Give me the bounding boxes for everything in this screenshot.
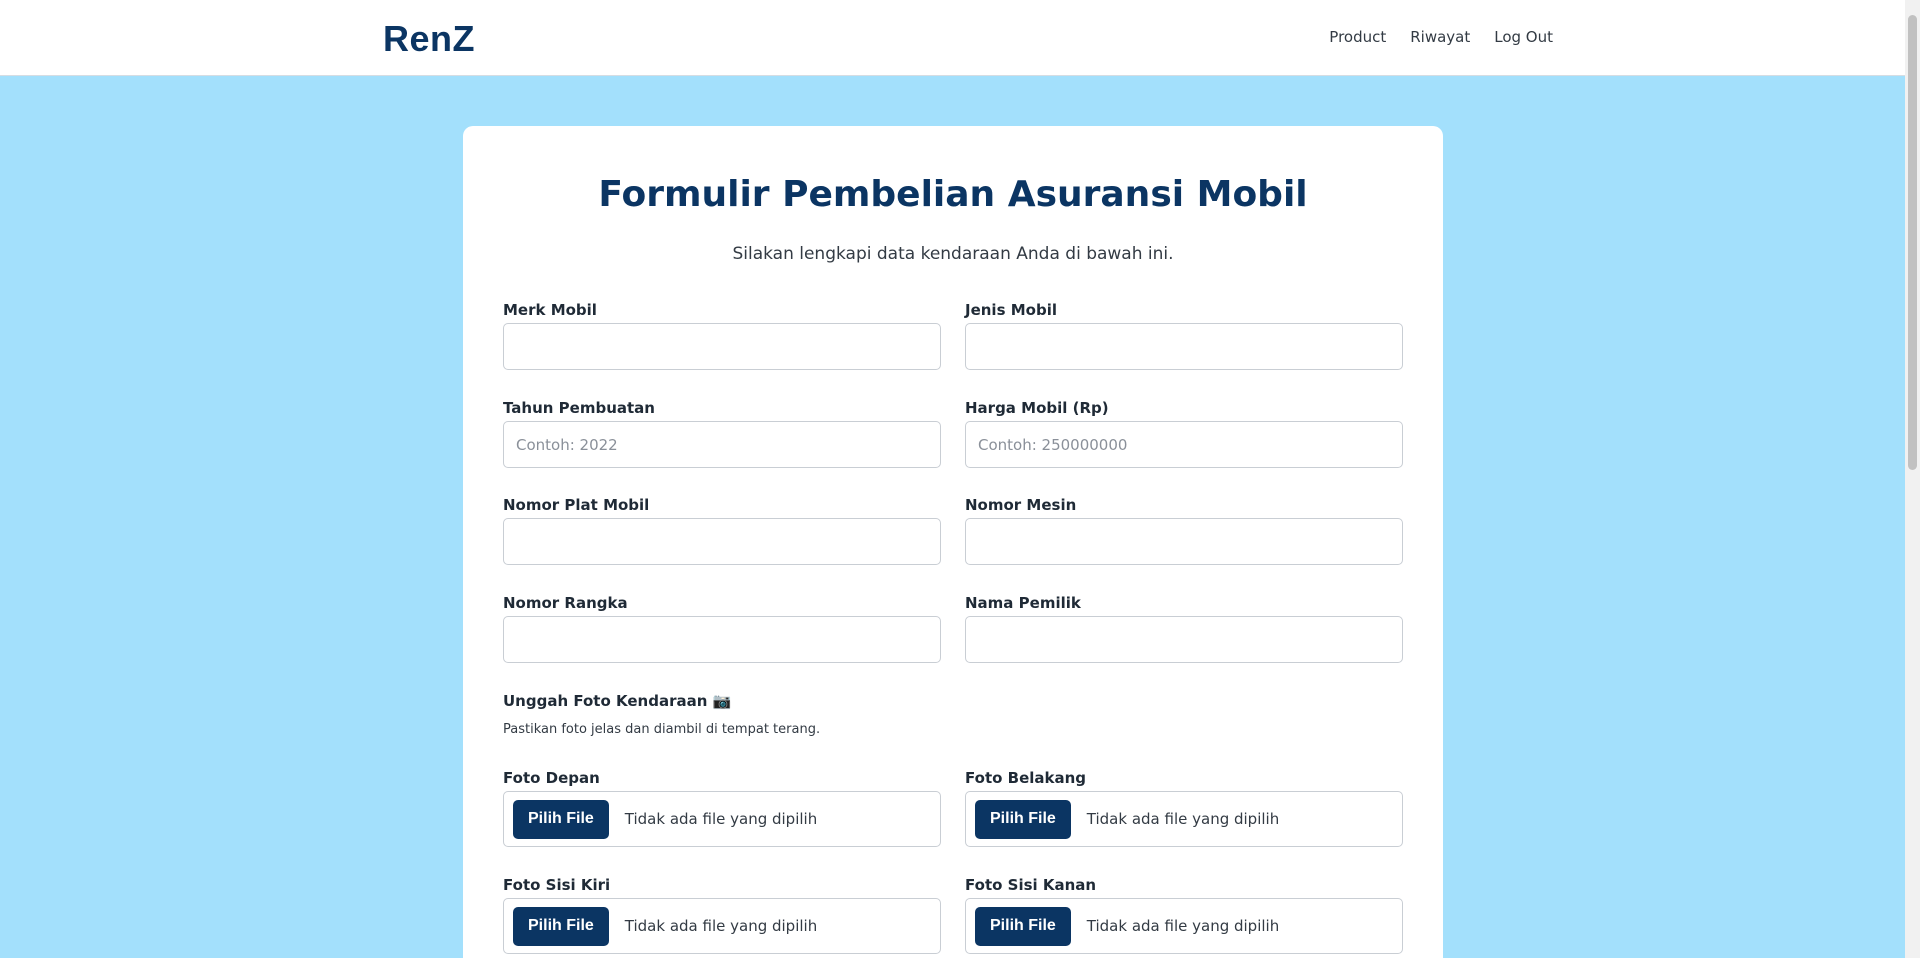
upload-section-note: Pastikan foto jelas dan diambil di tempa… xyxy=(503,722,821,737)
field-nomor-plat: Nomor Plat Mobil xyxy=(503,496,941,565)
nama-pemilik-input[interactable] xyxy=(965,616,1403,663)
field-nomor-mesin: Nomor Mesin xyxy=(965,496,1403,565)
foto-belakang-choose-button[interactable]: Pilih File xyxy=(975,799,1071,839)
harga-mobil-label: Harga Mobil (Rp) xyxy=(965,399,1109,417)
jenis-mobil-input[interactable] xyxy=(965,323,1403,370)
upload-foto-sisi-kiri: Foto Sisi Kiri Pilih File Tidak ada file… xyxy=(503,876,941,954)
upload-foto-belakang: Foto Belakang Pilih File Tidak ada file … xyxy=(965,769,1403,847)
nomor-plat-input[interactable] xyxy=(503,518,941,565)
foto-depan-choose-button[interactable]: Pilih File xyxy=(513,799,609,839)
upload-foto-depan: Foto Depan Pilih File Tidak ada file yan… xyxy=(503,769,941,847)
harga-mobil-input[interactable] xyxy=(965,421,1403,468)
upload-section-title: Unggah Foto Kendaraan 📷 xyxy=(503,692,732,710)
brand-logo[interactable]: RenZ xyxy=(383,18,475,60)
nomor-rangka-label: Nomor Rangka xyxy=(503,594,628,612)
foto-depan-file-input[interactable]: Pilih File Tidak ada file yang dipilih xyxy=(503,791,941,847)
foto-belakang-file-status: Tidak ada file yang dipilih xyxy=(1086,810,1280,828)
nama-pemilik-label: Nama Pemilik xyxy=(965,594,1081,612)
nav-link-product[interactable]: Product xyxy=(1329,28,1386,46)
jenis-mobil-label: Jenis Mobil xyxy=(965,301,1057,319)
foto-sisi-kiri-label: Foto Sisi Kiri xyxy=(503,876,611,894)
nav-links: Product Riwayat Log Out xyxy=(1329,28,1553,46)
foto-depan-file-status: Tidak ada file yang dipilih xyxy=(624,810,818,828)
tahun-pembuatan-label: Tahun Pembuatan xyxy=(503,399,655,417)
upload-foto-sisi-kanan: Foto Sisi Kanan Pilih File Tidak ada fil… xyxy=(965,876,1403,954)
foto-sisi-kanan-file-status: Tidak ada file yang dipilih xyxy=(1086,917,1280,935)
field-nomor-rangka: Nomor Rangka xyxy=(503,594,941,663)
merk-mobil-input[interactable] xyxy=(503,323,941,370)
foto-sisi-kiri-file-status: Tidak ada file yang dipilih xyxy=(624,917,818,935)
top-navbar: RenZ Product Riwayat Log Out xyxy=(0,0,1905,76)
nomor-rangka-input[interactable] xyxy=(503,616,941,663)
field-nama-pemilik: Nama Pemilik xyxy=(965,594,1403,663)
form-title: Formulir Pembelian Asuransi Mobil xyxy=(598,174,1308,215)
field-jenis-mobil: Jenis Mobil xyxy=(965,301,1403,370)
foto-belakang-file-input[interactable]: Pilih File Tidak ada file yang dipilih xyxy=(965,791,1403,847)
nomor-mesin-label: Nomor Mesin xyxy=(965,496,1077,514)
page-scrollbar[interactable] xyxy=(1905,0,1920,958)
field-tahun-pembuatan: Tahun Pembuatan xyxy=(503,399,941,468)
foto-sisi-kanan-label: Foto Sisi Kanan xyxy=(965,876,1097,894)
foto-depan-label: Foto Depan xyxy=(503,769,600,787)
scrollbar-thumb[interactable] xyxy=(1908,15,1917,470)
field-harga-mobil: Harga Mobil (Rp) xyxy=(965,399,1403,468)
foto-sisi-kanan-file-input[interactable]: Pilih File Tidak ada file yang dipilih xyxy=(965,898,1403,954)
form-subtitle: Silakan lengkapi data kendaraan Anda di … xyxy=(732,244,1174,264)
form-card: Formulir Pembelian Asuransi Mobil Silaka… xyxy=(463,126,1443,958)
foto-belakang-label: Foto Belakang xyxy=(965,769,1087,787)
nomor-mesin-input[interactable] xyxy=(965,518,1403,565)
nav-link-riwayat[interactable]: Riwayat xyxy=(1410,28,1470,46)
foto-sisi-kanan-choose-button[interactable]: Pilih File xyxy=(975,906,1071,946)
nav-link-logout[interactable]: Log Out xyxy=(1494,28,1553,46)
nomor-plat-label: Nomor Plat Mobil xyxy=(503,496,650,514)
foto-sisi-kiri-file-input[interactable]: Pilih File Tidak ada file yang dipilih xyxy=(503,898,941,954)
field-merk-mobil: Merk Mobil xyxy=(503,301,941,370)
merk-mobil-label: Merk Mobil xyxy=(503,301,597,319)
tahun-pembuatan-input[interactable] xyxy=(503,421,941,468)
foto-sisi-kiri-choose-button[interactable]: Pilih File xyxy=(513,906,609,946)
